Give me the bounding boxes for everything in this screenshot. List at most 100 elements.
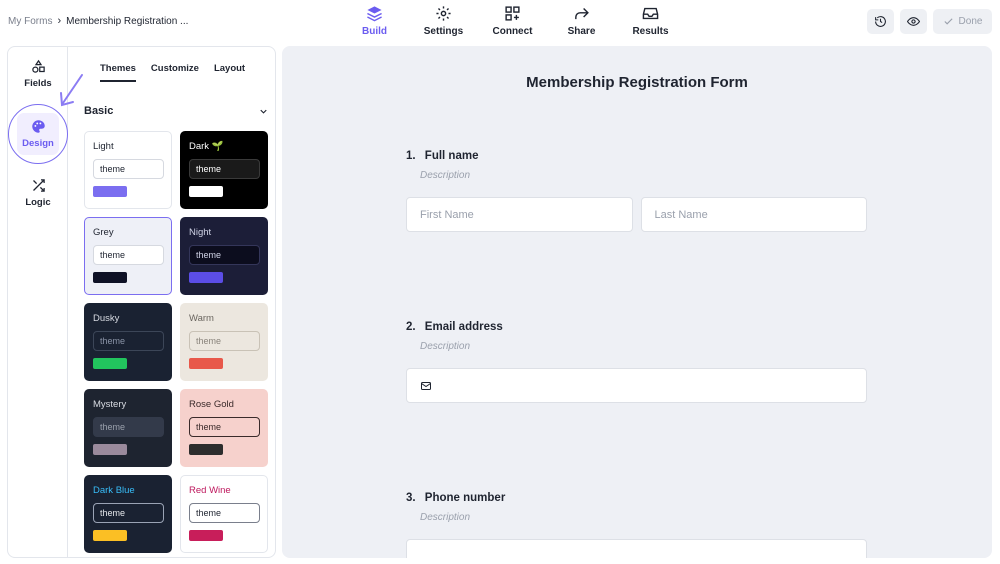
theme-name: Grey (93, 227, 114, 238)
done-button[interactable]: Done (933, 9, 992, 34)
theme-sample-button (189, 530, 223, 541)
history-icon (875, 16, 886, 27)
theme-name: Rose Gold (189, 399, 234, 410)
phone-input[interactable] (406, 539, 867, 558)
theme-sample-button (189, 186, 223, 197)
main-nav: Build Settings Connect Share Results (340, 5, 685, 37)
preview-button[interactable] (900, 9, 927, 34)
theme-name: Light (93, 141, 114, 152)
subtab-customize[interactable]: Customize (151, 63, 199, 82)
theme-sample-input: theme (189, 417, 260, 437)
theme-sample-input: theme (93, 503, 164, 523)
rail-design-label: Design (22, 138, 54, 149)
form-title[interactable]: Membership Registration Form (282, 74, 992, 91)
rail-item-logic[interactable]: Logic (8, 178, 68, 208)
question-description: Description (420, 341, 471, 352)
question-phone[interactable]: 3. Phone number Description (406, 492, 867, 558)
inbox-icon (642, 7, 659, 20)
tab-build-label: Build (362, 26, 387, 37)
theme-card[interactable]: Dark Blue theme (84, 475, 172, 553)
tab-build[interactable]: Build (340, 5, 409, 37)
layers-icon (367, 6, 382, 22)
breadcrumb-current[interactable]: Membership Registration ... (66, 16, 188, 27)
theme-card[interactable]: Grey theme (84, 217, 172, 295)
theme-name: Night (189, 227, 212, 238)
question-title: 3. Phone number (406, 492, 867, 504)
mail-icon (421, 381, 431, 390)
question-description: Description (420, 170, 471, 181)
question-number: 3. (406, 492, 416, 504)
theme-card[interactable]: Night theme (180, 217, 268, 295)
tab-settings[interactable]: Settings (409, 5, 478, 37)
tab-settings-label: Settings (423, 26, 464, 37)
question-label: Phone number (424, 492, 506, 504)
theme-name: Dusky (93, 313, 120, 324)
theme-sample-input: theme (93, 159, 164, 179)
theme-card[interactable]: Dark 🌱 theme (180, 131, 268, 209)
last-name-input[interactable]: Last Name (640, 197, 867, 232)
tab-results-label: Results (632, 26, 669, 37)
theme-sample-button (93, 530, 127, 541)
theme-sample-input: theme (93, 245, 164, 265)
question-label: Email address (424, 321, 503, 333)
tab-connect[interactable]: Connect (478, 5, 547, 37)
rail-logic-label: Logic (25, 197, 51, 208)
theme-card[interactable]: Mystery theme (84, 389, 172, 467)
theme-sample-input: theme (93, 417, 164, 437)
design-subtabs: Themes Customize Layout (100, 63, 245, 82)
theme-sample-input: theme (189, 331, 260, 351)
connect-grid-icon (505, 6, 520, 21)
theme-sample-input: theme (189, 159, 260, 179)
theme-name: Warm (189, 313, 214, 324)
top-actions: Done (867, 9, 992, 34)
question-number: 2. (406, 321, 416, 333)
subtab-themes[interactable]: Themes (100, 63, 136, 82)
question-full-name[interactable]: 1. Full name Description First Name Last… (406, 150, 867, 232)
design-panel: Fields Design Logic Themes Customize Lay… (7, 46, 276, 558)
question-number: 1. (406, 150, 416, 162)
question-title: 2. Email address (406, 321, 867, 333)
theme-sample-button (93, 186, 127, 197)
tab-share-label: Share (567, 26, 596, 37)
shuffle-icon (32, 179, 45, 192)
theme-sample-button (189, 358, 223, 369)
eye-icon (907, 17, 920, 26)
history-button[interactable] (867, 9, 894, 34)
pointer-arrow-icon (60, 74, 83, 107)
question-description: Description (420, 512, 471, 523)
question-email[interactable]: 2. Email address Description (406, 321, 867, 403)
basic-section-header[interactable]: Basic (84, 105, 269, 117)
theme-name: Dark Blue (93, 485, 135, 496)
tab-connect-label: Connect (492, 26, 533, 37)
theme-sample-input: theme (93, 331, 164, 351)
theme-name: Red Wine (189, 485, 231, 496)
theme-sample-input: theme (189, 503, 260, 523)
theme-name: Mystery (93, 399, 127, 410)
top-bar: My Forms › Membership Registration ... B… (0, 0, 1000, 44)
breadcrumb-separator: › (57, 15, 62, 27)
breadcrumb-root[interactable]: My Forms (8, 16, 52, 27)
tab-share[interactable]: Share (547, 5, 616, 37)
shapes-icon (31, 59, 45, 73)
tab-results[interactable]: Results (616, 5, 685, 37)
theme-card[interactable]: Red Wine theme (180, 475, 268, 553)
theme-sample-input: theme (189, 245, 260, 265)
theme-card[interactable]: Light theme (84, 131, 172, 209)
theme-card[interactable]: Warm theme (180, 303, 268, 381)
basic-section-title: Basic (84, 105, 114, 117)
share-arrow-icon (575, 8, 589, 20)
email-input[interactable] (406, 368, 867, 403)
question-title: 1. Full name (406, 150, 867, 162)
palette-icon (31, 120, 45, 133)
done-label: Done (958, 16, 983, 27)
subtab-layout[interactable]: Layout (214, 63, 245, 82)
chevron-down-icon (260, 109, 267, 114)
rail-fields-label: Fields (24, 78, 52, 89)
question-label: Full name (424, 150, 479, 162)
first-name-input[interactable]: First Name (406, 197, 633, 232)
breadcrumb: My Forms › Membership Registration ... (8, 15, 188, 27)
theme-card[interactable]: Rose Gold theme (180, 389, 268, 467)
rail-item-design[interactable]: Design (8, 119, 68, 149)
theme-card[interactable]: Dusky theme (84, 303, 172, 381)
theme-sample-button (189, 272, 223, 283)
